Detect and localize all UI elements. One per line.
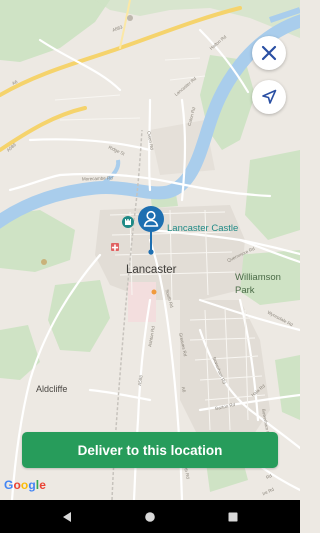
recents-square-icon	[228, 512, 238, 522]
google-letter: e	[39, 478, 46, 492]
person-pin-icon	[138, 206, 164, 255]
my-location-button[interactable]	[252, 80, 286, 114]
poi-dot-icon	[41, 259, 47, 265]
back-triangle-icon	[63, 512, 71, 522]
village-label: Aldcliffe	[36, 384, 68, 394]
close-button[interactable]	[252, 36, 286, 70]
back-button[interactable]	[58, 508, 76, 526]
park-label-line1: Williamson	[235, 272, 281, 283]
landmark-label[interactable]: Lancaster Castle	[167, 223, 238, 234]
poi-dot-icon	[127, 15, 133, 21]
app-screen: A6 A589 A683 Halton Rd Lancaster Rd More…	[0, 0, 300, 533]
road-label: Morecambe Rd	[81, 175, 113, 182]
road-label: A6	[180, 386, 187, 393]
google-letter: g	[28, 478, 36, 492]
poi-dot-icon	[151, 289, 157, 295]
close-icon	[261, 45, 277, 61]
park-label: Williamson Park	[235, 271, 281, 297]
location-pin[interactable]	[137, 205, 165, 259]
castle-poi-icon[interactable]	[122, 216, 134, 228]
park-label-line2: Park	[235, 285, 255, 296]
google-letter: o	[13, 478, 21, 492]
recents-button[interactable]	[224, 508, 242, 526]
home-circle-icon	[145, 512, 155, 522]
system-navigation-bar	[0, 500, 300, 533]
home-button[interactable]	[141, 508, 159, 526]
google-logo: Google	[4, 478, 46, 492]
deliver-to-location-button[interactable]: Deliver to this location	[22, 432, 278, 468]
city-label: Lancaster	[126, 264, 177, 276]
hospital-poi-icon	[111, 243, 119, 251]
navigation-arrow-icon	[262, 89, 277, 104]
